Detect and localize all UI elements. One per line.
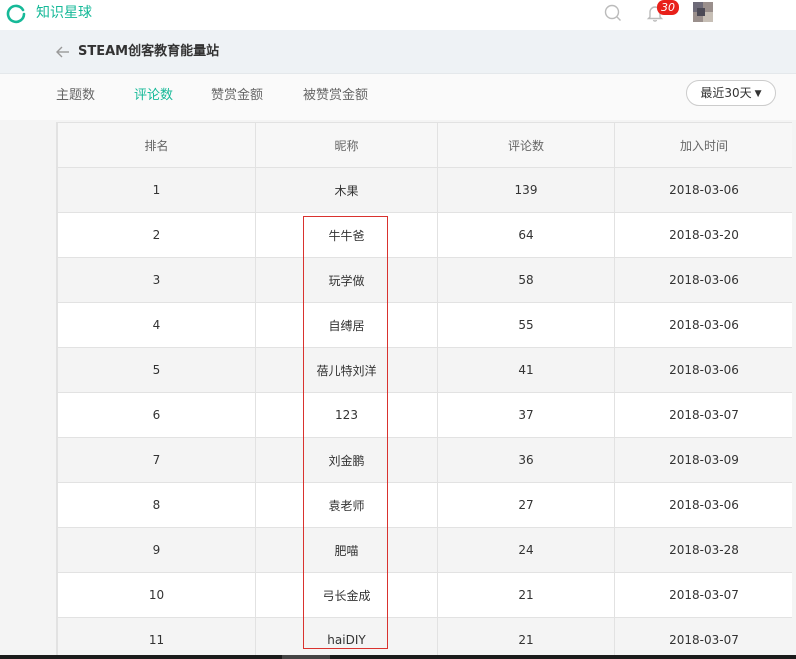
rank-cell: 9 — [57, 527, 256, 573]
comment-count-cell: 24 — [437, 527, 615, 573]
table-row: 8 袁老师 27 2018-03-06 — [57, 482, 792, 528]
comment-count-cell: 55 — [437, 302, 615, 348]
table-row: 11 haiDIY 21 2018-03-07 — [57, 617, 792, 659]
join-date-cell: 2018-03-09 — [614, 437, 792, 483]
ranking-table: 排名 昵称 评论数 加入时间 1 木果 139 2018-03-06 2 牛牛爸 64 201… — [57, 122, 792, 659]
page-title: STEAM创客教育能量站 — [78, 44, 220, 59]
comment-count-cell: 139 — [437, 167, 615, 213]
table-row: 7 刘金鹏 36 2018-03-09 — [57, 437, 792, 483]
comment-count-cell: 64 — [437, 212, 615, 258]
column-header-rank: 排名 — [57, 122, 256, 168]
rank-cell: 11 — [57, 617, 256, 659]
table-row: 10 弓长金成 21 2018-03-07 — [57, 572, 792, 618]
table-header-row: 排名 昵称 评论数 加入时间 — [57, 122, 792, 168]
search-icon[interactable] — [604, 4, 622, 22]
join-date-cell: 2018-03-28 — [614, 527, 792, 573]
rank-cell: 6 — [57, 392, 256, 438]
tab-rewarded-amount[interactable]: 被赞赏金额 — [303, 88, 368, 104]
table-row: 9 肥喵 24 2018-03-28 — [57, 527, 792, 573]
rank-cell: 8 — [57, 482, 256, 528]
column-header-comments: 评论数 — [437, 122, 615, 168]
join-date-cell: 2018-03-20 — [614, 212, 792, 258]
top-bar: 知识星球 30 — [0, 0, 796, 30]
ranking-tabs: 主题数 评论数 赞赏金额 被赞赏金额 最近30天 ▼ — [0, 74, 796, 120]
table-row: 5 蓓儿特刘洋 41 2018-03-06 — [57, 347, 792, 393]
table-row: 4 自缚居 55 2018-03-06 — [57, 302, 792, 348]
zsxq-logo-icon[interactable] — [6, 4, 26, 24]
caret-down-icon: ▼ — [754, 89, 762, 99]
comment-count-cell: 36 — [437, 437, 615, 483]
brand-name[interactable]: 知识星球 — [36, 5, 92, 21]
notification-badge: 30 — [657, 0, 679, 15]
tab-comments[interactable]: 评论数 — [134, 88, 173, 104]
time-range-dropdown[interactable]: 最近30天 ▼ — [686, 80, 776, 106]
column-header-join-date: 加入时间 — [614, 122, 792, 168]
join-date-cell: 2018-03-06 — [614, 167, 792, 213]
rank-cell: 3 — [57, 257, 256, 303]
avatar[interactable] — [693, 2, 713, 22]
rank-cell: 5 — [57, 347, 256, 393]
join-date-cell: 2018-03-06 — [614, 347, 792, 393]
nickname-highlight-box — [303, 216, 388, 649]
rank-cell: 2 — [57, 212, 256, 258]
comment-count-cell: 41 — [437, 347, 615, 393]
comment-count-cell: 21 — [437, 572, 615, 618]
page-header: STEAM创客教育能量站 — [0, 30, 796, 74]
join-date-cell: 2018-03-07 — [614, 392, 792, 438]
table-row: 3 玩学做 58 2018-03-06 — [57, 257, 792, 303]
rank-cell: 10 — [57, 572, 256, 618]
join-date-cell: 2018-03-07 — [614, 572, 792, 618]
rank-cell: 7 — [57, 437, 256, 483]
table-row: 2 牛牛爸 64 2018-03-20 — [57, 212, 792, 258]
rank-cell: 1 — [57, 167, 256, 213]
join-date-cell: 2018-03-06 — [614, 482, 792, 528]
comment-count-cell: 37 — [437, 392, 615, 438]
tab-reward-amount[interactable]: 赞赏金额 — [211, 88, 263, 104]
join-date-cell: 2018-03-06 — [614, 257, 792, 303]
horizontal-scrollbar[interactable] — [0, 655, 796, 659]
table-row: 6 123 37 2018-03-07 — [57, 392, 792, 438]
column-header-nickname: 昵称 — [255, 122, 438, 168]
rank-cell: 4 — [57, 302, 256, 348]
nickname-cell[interactable]: 木果 — [255, 167, 438, 213]
comment-count-cell: 21 — [437, 617, 615, 659]
comment-count-cell: 58 — [437, 257, 615, 303]
time-range-label: 最近30天 — [700, 86, 752, 100]
comment-count-cell: 27 — [437, 482, 615, 528]
ranking-table-container: 排名 昵称 评论数 加入时间 1 木果 139 2018-03-06 2 牛牛爸 64 201… — [56, 122, 792, 659]
table-row: 1 木果 139 2018-03-06 — [57, 167, 792, 213]
scrollbar-thumb[interactable] — [282, 655, 330, 659]
join-date-cell: 2018-03-07 — [614, 617, 792, 659]
join-date-cell: 2018-03-06 — [614, 302, 792, 348]
table-body: 1 木果 139 2018-03-06 2 牛牛爸 64 2018-03-20 3 玩学做 58 20… — [57, 167, 792, 659]
tab-topics[interactable]: 主题数 — [56, 88, 95, 104]
back-arrow-icon[interactable] — [56, 46, 70, 58]
